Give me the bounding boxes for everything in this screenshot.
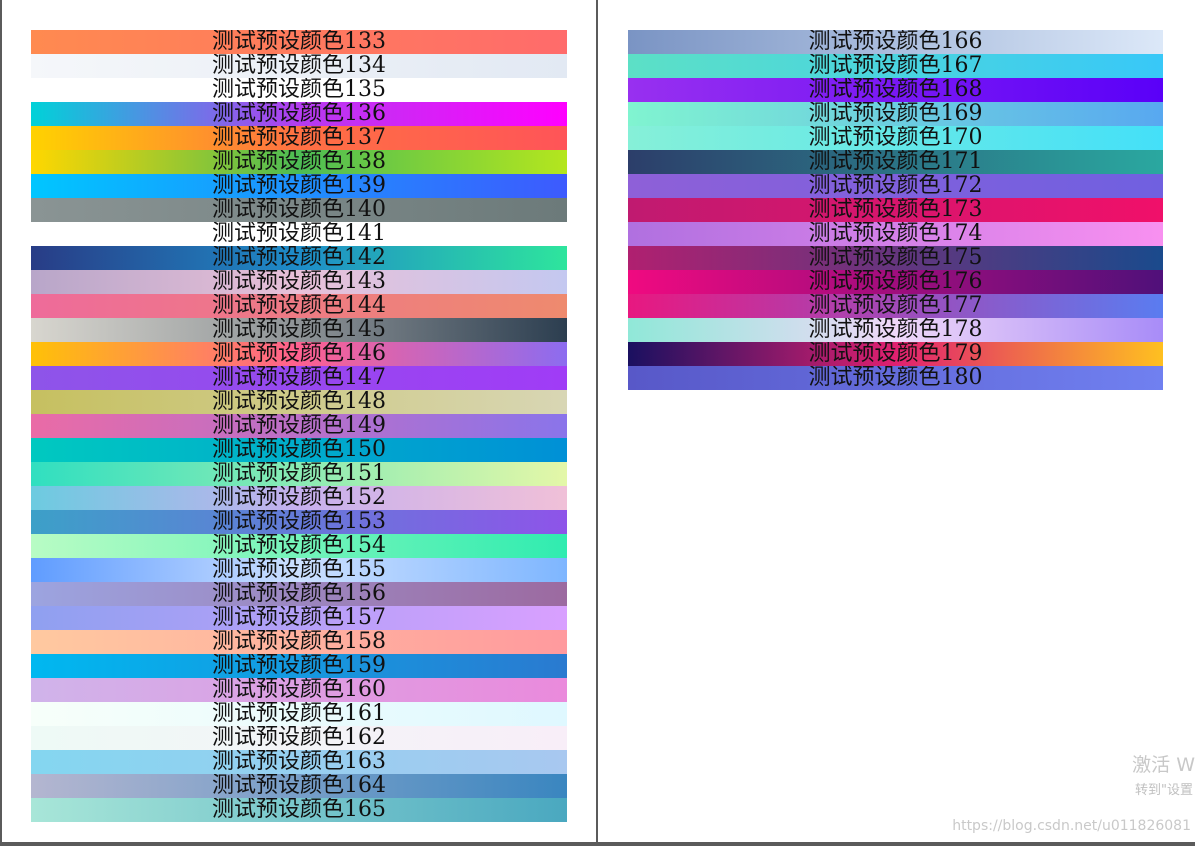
gradient-band: 测试预设颜色157 [31,606,567,630]
activate-settings-watermark: 转到"设置 [1135,783,1193,798]
gradient-band: 测试预设颜色154 [31,534,567,558]
gradient-band: 测试预设颜色141 [31,222,567,246]
gradient-band: 测试预设颜色164 [31,774,567,798]
gradient-band: 测试预设颜色167 [628,54,1163,78]
gradient-band: 测试预设颜色166 [628,30,1163,54]
gradient-band: 测试预设颜色174 [628,222,1163,246]
gradient-band: 测试预设颜色158 [31,630,567,654]
gradient-band: 测试预设颜色144 [31,294,567,318]
gradient-band: 测试预设颜色171 [628,150,1163,174]
activate-windows-watermark: 激活 W [1132,754,1195,776]
gradient-band: 测试预设颜色170 [628,126,1163,150]
gradient-band: 测试预设颜色152 [31,486,567,510]
gradient-band: 测试预设颜色160 [31,678,567,702]
gradient-band: 测试预设颜色165 [31,798,567,822]
gradient-band: 测试预设颜色145 [31,318,567,342]
gradient-band: 测试预设颜色173 [628,198,1163,222]
gradient-band: 测试预设颜色137 [31,126,567,150]
gradient-band: 测试预设颜色140 [31,198,567,222]
gradient-band: 测试预设颜色162 [31,726,567,750]
gradient-band: 测试预设颜色146 [31,342,567,366]
gradient-band: 测试预设颜色143 [31,270,567,294]
gradient-band: 测试预设颜色136 [31,102,567,126]
gradient-band: 测试预设颜色178 [628,318,1163,342]
gradient-band: 测试预设颜色149 [31,414,567,438]
gradient-band: 测试预设颜色135 [31,78,567,102]
gradient-band: 测试预设颜色175 [628,246,1163,270]
gradient-band: 测试预设颜色169 [628,102,1163,126]
gradient-band: 测试预设颜色168 [628,78,1163,102]
gradient-band: 测试预设颜色133 [31,30,567,54]
blog-url-watermark: https://blog.csdn.net/u011826081 [952,818,1191,834]
gradient-band: 测试预设颜色180 [628,366,1163,390]
gradient-band-list-right: 测试预设颜色166 测试预设颜色167 测试预设颜色168 测试预设颜色169 测试预设… [628,30,1163,390]
gradient-band: 测试预设颜色148 [31,390,567,414]
gradient-band: 测试预设颜色142 [31,246,567,270]
page-right: 测试预设颜色166 测试预设颜色167 测试预设颜色168 测试预设颜色169 测试预设… [598,0,1195,842]
gradient-band: 测试预设颜色177 [628,294,1163,318]
gradient-band: 测试预设颜色179 [628,342,1163,366]
gradient-band: 测试预设颜色156 [31,582,567,606]
gradient-band: 测试预设颜色147 [31,366,567,390]
gradient-band: 测试预设颜色138 [31,150,567,174]
gradient-band: 测试预设颜色161 [31,702,567,726]
gradient-band: 测试预设颜色151 [31,462,567,486]
gradient-band: 测试预设颜色172 [628,174,1163,198]
gradient-band: 测试预设颜色139 [31,174,567,198]
gradient-band: 测试预设颜色155 [31,558,567,582]
gradient-band: 测试预设颜色159 [31,654,567,678]
gradient-band-list-left: 测试预设颜色133 测试预设颜色134 测试预设颜色135 测试预设颜色136 测试预设… [31,30,567,822]
page-left: 测试预设颜色133 测试预设颜色134 测试预设颜色135 测试预设颜色136 测试预设… [2,0,596,842]
gradient-band: 测试预设颜色163 [31,750,567,774]
gradient-band: 测试预设颜色153 [31,510,567,534]
gradient-band: 测试预设颜色150 [31,438,567,462]
gradient-band: 测试预设颜色176 [628,270,1163,294]
gradient-band: 测试预设颜色134 [31,54,567,78]
